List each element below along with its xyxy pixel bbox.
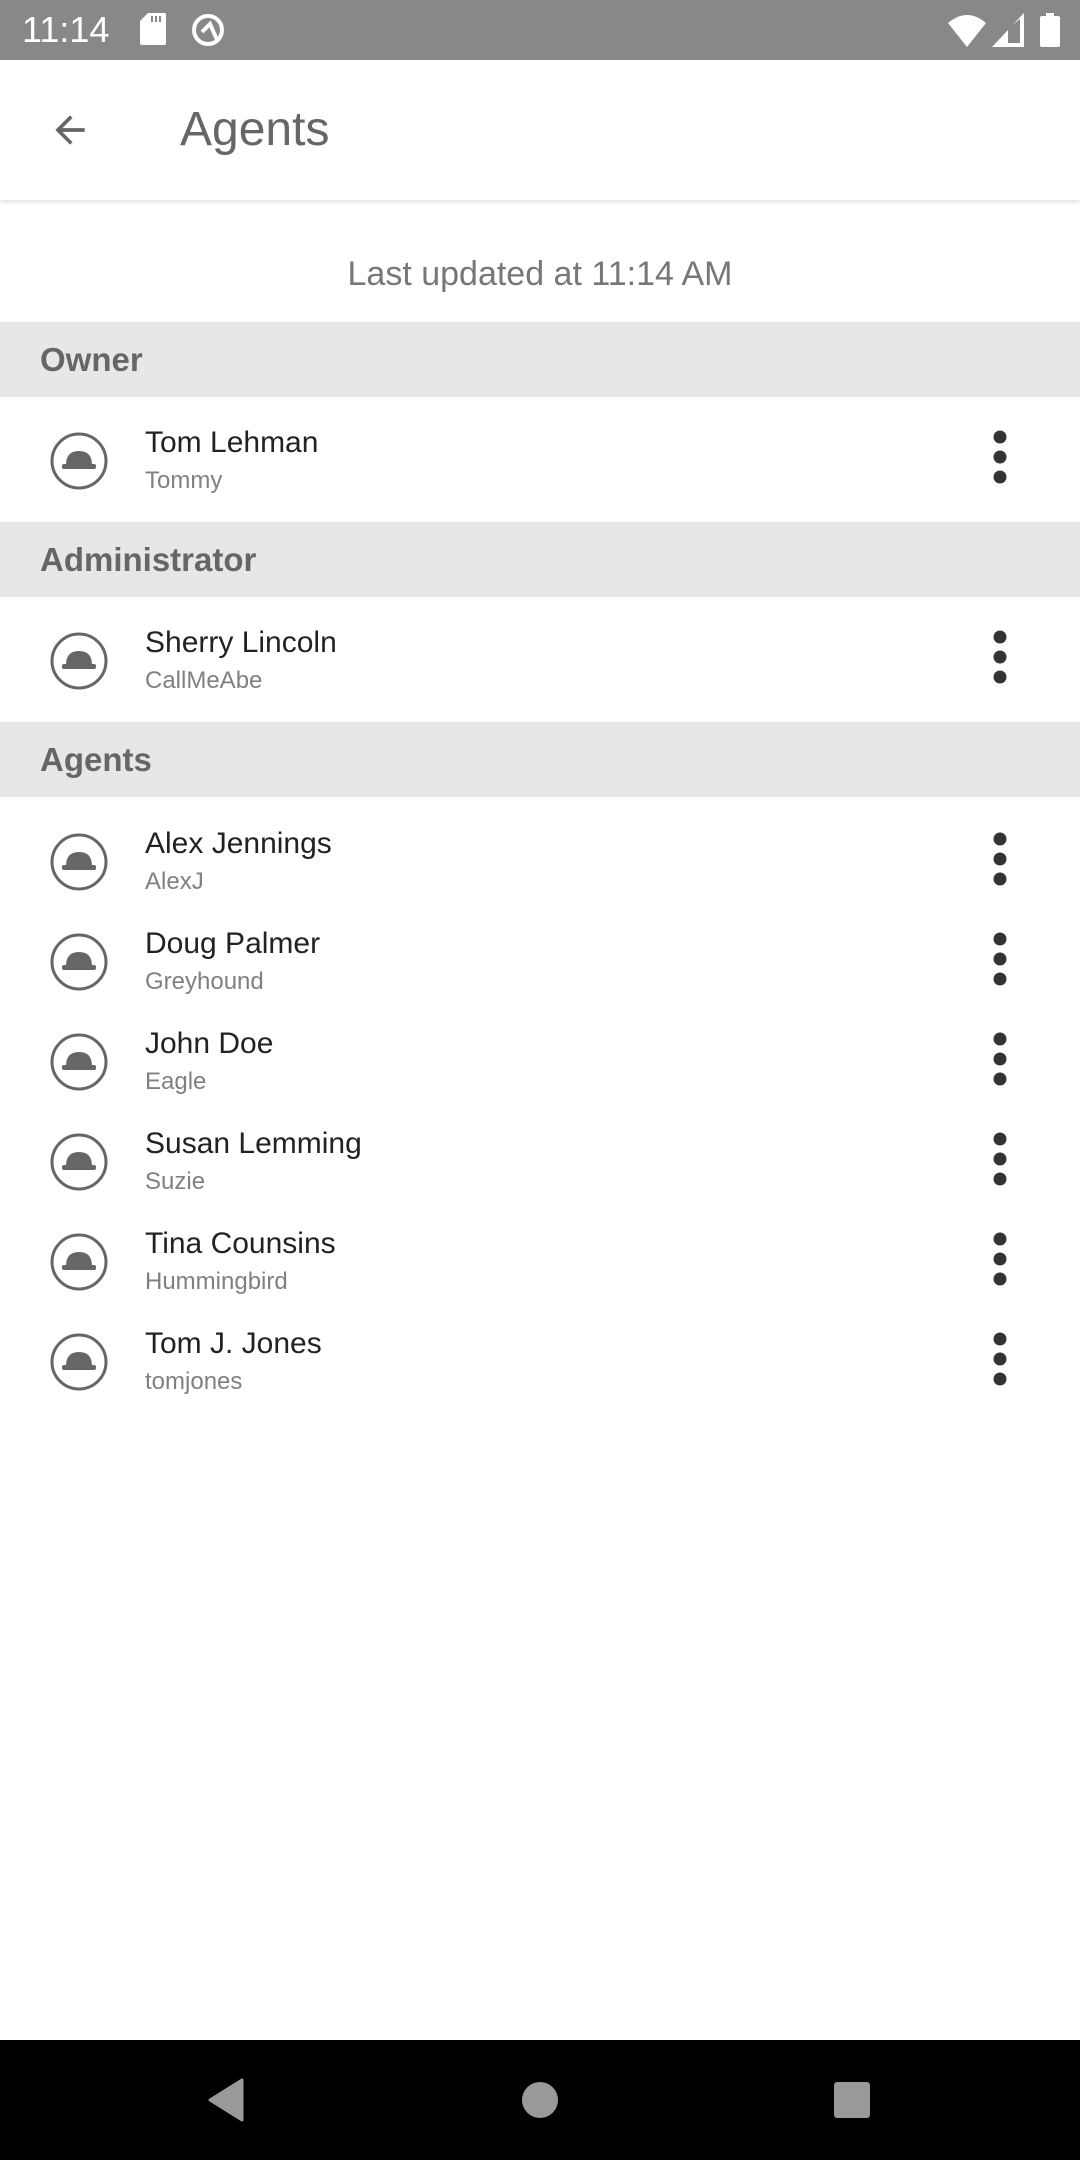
section-header-agents: Agents xyxy=(0,722,1080,797)
agent-name: Tom J. Jones xyxy=(145,1327,322,1360)
bowler-hat-icon xyxy=(50,1233,108,1291)
bowler-hat-icon xyxy=(50,432,108,490)
agent-nickname: Hummingbird xyxy=(145,1268,288,1295)
more-vertical-icon xyxy=(992,1231,1008,1292)
q-logo-icon xyxy=(192,14,224,46)
agent-name: Tina Counsins xyxy=(145,1227,336,1260)
nav-recents-button[interactable] xyxy=(822,2070,882,2130)
app-bar: Agents xyxy=(0,60,1080,200)
more-options-button[interactable] xyxy=(970,628,1030,692)
agent-nickname: Tommy xyxy=(145,466,223,494)
list-item[interactable]: Sherry Lincoln CallMeAbe xyxy=(0,609,1080,710)
nav-home-icon xyxy=(522,2082,558,2118)
agent-name: Doug Palmer xyxy=(145,927,321,960)
agent-name: Tom Lehman xyxy=(145,425,319,459)
last-updated-text: Last updated at 11:14 AM xyxy=(347,255,733,293)
agent-name: Susan Lemming xyxy=(145,1127,362,1160)
list-item[interactable]: Tom J. Jones tomjones xyxy=(0,1311,1080,1411)
more-options-button[interactable] xyxy=(970,1029,1030,1093)
section-title: Owner xyxy=(40,341,143,378)
arrow-back-icon xyxy=(55,115,85,145)
agent-name: Sherry Lincoln xyxy=(145,625,337,659)
agent-nickname: AlexJ xyxy=(145,868,204,895)
wifi-icon xyxy=(948,15,986,47)
section-title: Agents xyxy=(40,741,152,778)
section-title: Administrator xyxy=(40,541,257,578)
section-header-administrator: Administrator xyxy=(0,522,1080,597)
agent-nickname: Eagle xyxy=(145,1068,207,1095)
bowler-hat-icon xyxy=(50,1033,108,1091)
nav-back-button[interactable] xyxy=(196,2070,256,2130)
back-button[interactable] xyxy=(36,96,104,164)
more-options-button[interactable] xyxy=(970,428,1030,492)
more-vertical-icon xyxy=(992,931,1008,992)
agent-name: Alex Jennings xyxy=(145,827,332,860)
agent-name: John Doe xyxy=(145,1027,274,1060)
agent-nickname: CallMeAbe xyxy=(145,666,263,694)
list-item[interactable]: Doug Palmer Greyhound xyxy=(0,911,1080,1011)
agent-nickname: Greyhound xyxy=(145,968,264,995)
more-vertical-icon xyxy=(992,629,1008,690)
list-item[interactable]: Tina Counsins Hummingbird xyxy=(0,1211,1080,1311)
more-vertical-icon xyxy=(992,831,1008,892)
list-item[interactable]: Alex Jennings AlexJ xyxy=(0,811,1080,911)
agent-nickname: Suzie xyxy=(145,1168,206,1195)
bowler-hat-icon xyxy=(50,833,108,891)
bowler-hat-icon xyxy=(50,1333,108,1391)
more-vertical-icon xyxy=(992,1131,1008,1192)
more-options-button[interactable] xyxy=(970,1329,1030,1393)
more-options-button[interactable] xyxy=(970,1129,1030,1193)
bowler-hat-icon xyxy=(50,933,108,991)
more-options-button[interactable] xyxy=(970,1229,1030,1293)
nav-recents-icon xyxy=(834,2082,870,2118)
more-options-button[interactable] xyxy=(970,929,1030,993)
more-vertical-icon xyxy=(992,1331,1008,1392)
more-options-button[interactable] xyxy=(970,829,1030,893)
nav-back-icon xyxy=(208,2078,244,2122)
section-header-owner: Owner xyxy=(0,322,1080,397)
page-title: Agents xyxy=(180,103,330,156)
status-bar: 11:14 xyxy=(0,0,1080,60)
signal-icon xyxy=(992,13,1024,47)
list-item[interactable]: Susan Lemming Suzie xyxy=(0,1111,1080,1211)
more-vertical-icon xyxy=(992,1031,1008,1092)
agent-nickname: tomjones xyxy=(145,1368,243,1395)
list-item[interactable]: John Doe Eagle xyxy=(0,1011,1080,1111)
bowler-hat-icon xyxy=(50,1133,108,1191)
nav-home-button[interactable] xyxy=(510,2070,570,2130)
sd-card-icon xyxy=(140,13,166,45)
status-time: 11:14 xyxy=(22,9,110,50)
battery-icon xyxy=(1040,13,1060,47)
more-vertical-icon xyxy=(992,429,1008,490)
list-item[interactable]: Tom Lehman Tommy xyxy=(0,409,1080,510)
navigation-bar xyxy=(0,2040,1080,2160)
bowler-hat-icon xyxy=(50,632,108,690)
